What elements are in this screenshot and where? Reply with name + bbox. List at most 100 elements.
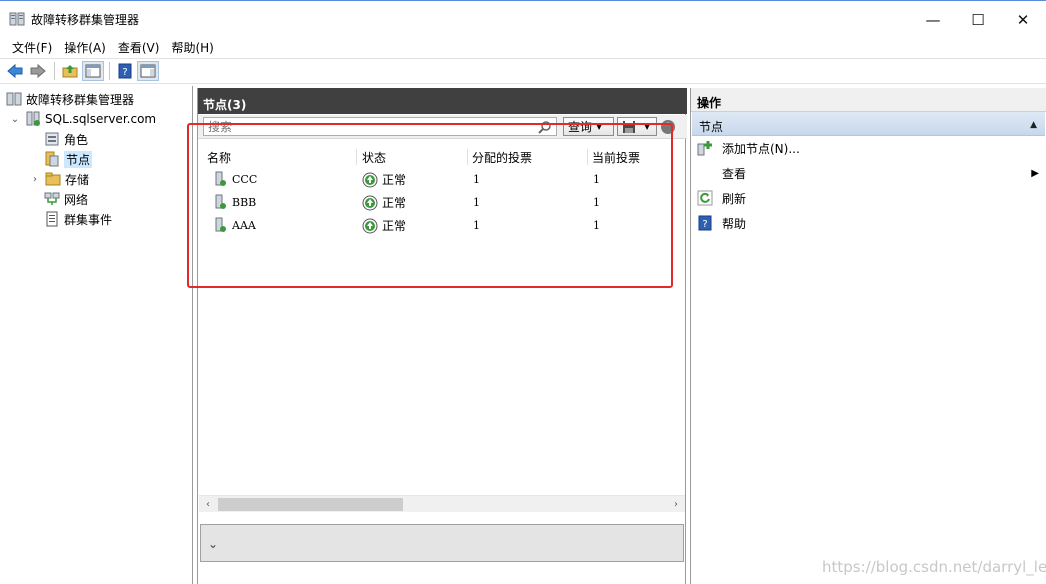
show-hide-console-tree-button[interactable]: [82, 61, 104, 81]
column-header-status[interactable]: 状态: [358, 149, 468, 165]
node-server-icon: [215, 217, 226, 232]
status-up-icon: [362, 172, 378, 187]
column-header-assigned-vote[interactable]: 分配的投票: [468, 149, 588, 165]
menu-view[interactable]: 查看(V): [112, 39, 166, 56]
toolbar: ?: [0, 58, 1046, 84]
back-button[interactable]: [4, 61, 26, 81]
back-arrow-icon: [7, 63, 23, 79]
node-name: CCC: [232, 172, 258, 186]
save-query-button[interactable]: ▼: [617, 117, 657, 136]
query-button[interactable]: 查询 ▼: [563, 117, 614, 136]
toolbar-separator: [54, 62, 55, 80]
window-title: 故障转移群集管理器: [31, 13, 140, 27]
actions-group-label: 节点: [699, 120, 724, 134]
action-label: 查看: [722, 166, 747, 181]
watermark-text: https://blog.csdn.net/darryl_lee: [822, 558, 1046, 576]
chevron-down-icon: ▼: [644, 122, 651, 131]
action-add-node[interactable]: 添加节点(N)...: [697, 137, 1041, 159]
collapse-up-icon[interactable]: ▲: [1030, 120, 1037, 130]
cluster-manager-icon: [9, 12, 25, 26]
search-icon[interactable]: [538, 120, 552, 134]
menu-help[interactable]: 帮助(H): [165, 39, 219, 56]
menu-action[interactable]: 操作(A): [58, 39, 112, 56]
roles-icon: [45, 132, 59, 146]
add-node-icon: [697, 141, 712, 156]
node-name: AAA: [232, 218, 256, 232]
column-header-name[interactable]: 名称: [203, 149, 357, 165]
tree-item-label: 故障转移群集管理器: [26, 92, 135, 107]
list-header: 名称 状态 分配的投票 当前投票: [198, 148, 668, 166]
chevron-right-icon[interactable]: ›: [29, 173, 41, 185]
assigned-vote: 1: [473, 219, 480, 232]
forward-button[interactable]: [27, 61, 49, 81]
tree-item-label: 节点: [64, 150, 93, 168]
table-row[interactable]: CCC 正常 1 1: [198, 168, 668, 190]
tree-item-cluster[interactable]: ⌄ SQL.sqlserver.com: [9, 109, 156, 129]
tree-item-storage[interactable]: › 存储: [29, 169, 89, 189]
assigned-vote: 1: [473, 173, 480, 186]
chevron-down-icon[interactable]: ⌄: [9, 113, 21, 125]
chevron-down-icon[interactable]: ⌄: [208, 537, 218, 551]
svg-text:?: ?: [702, 219, 707, 230]
tree-item-roles[interactable]: 角色: [44, 129, 88, 149]
minimize-button[interactable]: —: [910, 7, 956, 33]
current-vote: 1: [593, 173, 600, 186]
current-vote: 1: [593, 196, 600, 209]
help-toolbar-button[interactable]: ?: [114, 61, 136, 81]
action-view[interactable]: 查看 ▶: [697, 162, 1041, 184]
close-button[interactable]: ✕: [1000, 7, 1046, 33]
console-tree: 故障转移群集管理器 ⌄ SQL.sqlserver.com 角色 节点 › 存储…: [0, 86, 193, 584]
maximize-button[interactable]: ☐: [955, 7, 1001, 33]
details-pane[interactable]: ⌄: [200, 524, 684, 562]
cluster-manager-icon: [6, 92, 22, 106]
assigned-vote: 1: [473, 196, 480, 209]
chevron-right-icon[interactable]: ›: [670, 498, 682, 510]
up-folder-button[interactable]: [59, 61, 81, 81]
console-tree-icon: [85, 64, 101, 78]
tree-item-root[interactable]: 故障转移群集管理器: [6, 89, 134, 109]
tree-item-networks[interactable]: 网络: [44, 189, 88, 209]
search-bar: 查询 ▼ ▼ ⌃: [198, 115, 687, 139]
svg-text:?: ?: [122, 67, 127, 78]
help-book-icon: ?: [118, 63, 132, 79]
tree-item-label: 角色: [64, 132, 89, 147]
table-row[interactable]: AAA 正常 1 1: [198, 214, 668, 236]
refresh-icon: [697, 190, 713, 206]
actions-group-header[interactable]: 节点 ▲: [692, 112, 1045, 136]
actions-title: 操作: [691, 88, 1046, 112]
save-icon: [623, 120, 635, 133]
status-up-icon: [362, 218, 378, 233]
show-hide-action-pane-button[interactable]: [137, 61, 159, 81]
title-bar: 故障转移群集管理器 — ☐ ✕: [0, 0, 1046, 36]
action-pane-icon: [140, 64, 156, 78]
column-header-current-vote[interactable]: 当前投票: [588, 149, 668, 165]
node-status: 正常: [382, 219, 407, 233]
actions-pane: 操作 节点 ▲ 添加节点(N)... 查看 ▶ 刷新 ? 帮助: [690, 88, 1046, 584]
query-button-label: 查询: [568, 120, 593, 134]
node-server-icon: [215, 194, 226, 209]
menu-file[interactable]: 文件(F): [6, 39, 58, 56]
node-name: BBB: [232, 195, 257, 209]
action-refresh[interactable]: 刷新: [697, 187, 1041, 209]
chevron-left-icon[interactable]: ‹: [202, 498, 214, 510]
storage-icon: [45, 172, 61, 186]
events-icon: [46, 211, 58, 227]
scrollbar-thumb[interactable]: [218, 498, 403, 511]
search-input[interactable]: [203, 117, 557, 136]
node-status: 正常: [382, 196, 407, 210]
tree-item-label: 群集事件: [64, 212, 113, 227]
node-server-icon: [215, 171, 226, 186]
action-icon-placeholder: [697, 165, 713, 181]
nodes-icon: [45, 151, 59, 167]
cluster-server-icon: [26, 111, 40, 126]
forward-arrow-icon: [30, 63, 46, 79]
action-label: 刷新: [722, 191, 747, 206]
table-row[interactable]: BBB 正常 1 1: [198, 191, 668, 213]
action-help[interactable]: ? 帮助: [697, 212, 1041, 234]
current-vote: 1: [593, 219, 600, 232]
menu-bar: 文件(F) 操作(A) 查看(V) 帮助(H): [0, 36, 1046, 58]
collapse-search-icon[interactable]: ⌃: [661, 120, 675, 134]
tree-item-nodes[interactable]: 节点: [44, 149, 93, 169]
tree-item-cluster-events[interactable]: 群集事件: [44, 209, 112, 229]
horizontal-scrollbar[interactable]: ‹ ›: [199, 495, 685, 512]
